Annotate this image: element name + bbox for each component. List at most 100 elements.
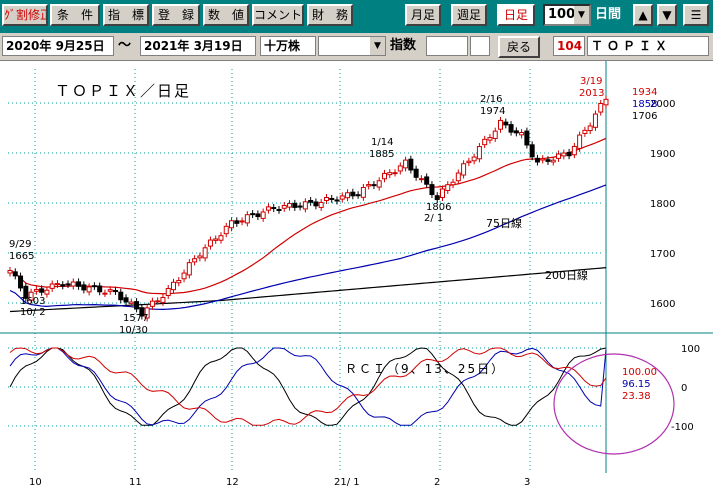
candle-body <box>302 201 308 210</box>
candle-body <box>487 137 493 141</box>
candle-body <box>112 290 118 293</box>
financials-button[interactable]: 財 務 <box>307 4 353 26</box>
triangle-down-icon: ▼ <box>662 8 672 22</box>
indicators-button[interactable]: 指 標 <box>103 4 149 26</box>
candle-body <box>434 195 440 201</box>
candle-body <box>329 197 335 200</box>
conditions-button[interactable]: 条 件 <box>50 4 100 26</box>
triangle-up-icon: ▲ <box>638 8 648 22</box>
candle-body <box>592 113 598 128</box>
price-tick-label: 1900 <box>650 149 675 160</box>
candle-body <box>176 280 182 284</box>
price-tick-label: 1600 <box>650 299 675 310</box>
candle-body <box>102 292 108 295</box>
candle-body <box>213 238 219 241</box>
price-tick-label: 1700 <box>650 249 675 260</box>
candle-body <box>186 262 192 276</box>
candle-body <box>244 214 250 224</box>
candle-body <box>229 220 235 229</box>
weekly-button[interactable]: 週足 <box>451 4 487 26</box>
candle-body <box>70 281 76 287</box>
daily-button[interactable]: 日足 <box>497 4 535 26</box>
candle-body <box>287 203 293 208</box>
annotation-date: 9/29 <box>9 239 31 250</box>
candle-body <box>223 225 229 235</box>
x-tick-label: 3 <box>524 477 530 488</box>
register-button[interactable]: 登 録 <box>152 4 200 26</box>
candle-body <box>445 184 451 191</box>
candle-body <box>587 125 593 132</box>
period-unit-label: 日間 <box>595 7 622 22</box>
candle-body <box>439 188 445 199</box>
candlesticks <box>7 95 609 322</box>
menu-button[interactable]: ☰ <box>683 4 709 26</box>
candle-body <box>550 159 556 163</box>
nav-down-button[interactable]: ▼ <box>657 4 677 26</box>
candle-body <box>603 98 609 106</box>
back-button[interactable]: 戻る <box>498 36 540 58</box>
candle-body <box>44 289 50 295</box>
candle-body <box>376 180 382 188</box>
x-tick-label: 10 <box>29 477 42 488</box>
candle-body <box>134 301 140 310</box>
candle-body <box>466 160 472 164</box>
info-bar: 2020年 9月25日 〜 2021年 3月19日 十万株 ▼ 指数 戻る 10… <box>0 33 713 61</box>
candle-body <box>476 146 482 160</box>
chevron-down-icon: ▼ <box>574 6 589 24</box>
name-field: ＴＯＰＩＸ <box>587 36 709 56</box>
candle-body <box>192 258 198 263</box>
candle-body <box>65 283 71 286</box>
monthly-button[interactable]: 月足 <box>405 4 441 26</box>
code-field: 104 <box>553 36 585 56</box>
annotation-date: 10/ 2 <box>20 307 46 318</box>
candle-body <box>97 285 103 293</box>
x-tick-label: 21/ 1 <box>334 477 360 488</box>
chart-title: ＴＯＰＩＸ／日足 <box>55 82 191 100</box>
end-date-field[interactable]: 2021年 3月19日 <box>140 36 256 56</box>
chart-grid: 1600170018001900200010 11 12 21/ 1 2 31000-10… <box>0 61 713 488</box>
candle-body <box>524 130 530 146</box>
unit-select[interactable]: ▼ <box>318 36 386 56</box>
candle-body <box>355 194 361 197</box>
candle-body <box>318 201 324 208</box>
chart-area: 1600170018001900200010 11 12 21/ 1 2 31000-10… <box>0 61 713 488</box>
split-adjust-button[interactable]: ｸﾞ割修正 <box>2 4 48 26</box>
candle-body <box>218 235 224 241</box>
candle-body <box>339 195 345 200</box>
x-tick-label: 2 <box>434 477 440 488</box>
rci-legend-value: 23.38 <box>622 391 651 402</box>
candle-body <box>7 270 13 274</box>
rci-tick-label: 0 <box>681 383 687 394</box>
annotation-date: 2/ 1 <box>424 213 443 224</box>
candle-body <box>540 158 546 161</box>
candle-body <box>308 199 314 203</box>
candle-body <box>403 159 409 169</box>
annotation-value: 1603 <box>20 296 45 307</box>
candle-body <box>181 272 187 280</box>
candle-body <box>366 184 372 187</box>
rci-tick-label: 100 <box>681 344 700 355</box>
candle-body <box>534 157 540 163</box>
start-date-field[interactable]: 2020年 9月25日 <box>2 36 114 56</box>
candle-body <box>471 156 477 162</box>
candle-body <box>561 152 567 157</box>
candle-body <box>250 213 256 216</box>
candle-body <box>345 192 351 199</box>
comment-button[interactable]: コメント <box>252 4 304 26</box>
candle-body <box>556 153 562 159</box>
x-tick-label: 11 <box>129 477 142 488</box>
candle-body <box>39 288 45 293</box>
candle-body <box>202 247 208 259</box>
nav-up-button[interactable]: ▲ <box>633 4 653 26</box>
annotation-value: 1577 <box>123 313 148 324</box>
candle-body <box>429 184 435 196</box>
annotation-value: 2013 <box>579 88 604 99</box>
values-button[interactable]: 数 値 <box>203 4 249 26</box>
candle-body <box>128 301 134 305</box>
candle-body <box>545 159 551 162</box>
period-count-select[interactable]: 100 ▼ <box>543 4 591 26</box>
candle-body <box>371 184 377 187</box>
chevron-down-icon: ▼ <box>370 37 385 55</box>
candle-body <box>313 201 319 207</box>
candle-body <box>598 102 604 113</box>
